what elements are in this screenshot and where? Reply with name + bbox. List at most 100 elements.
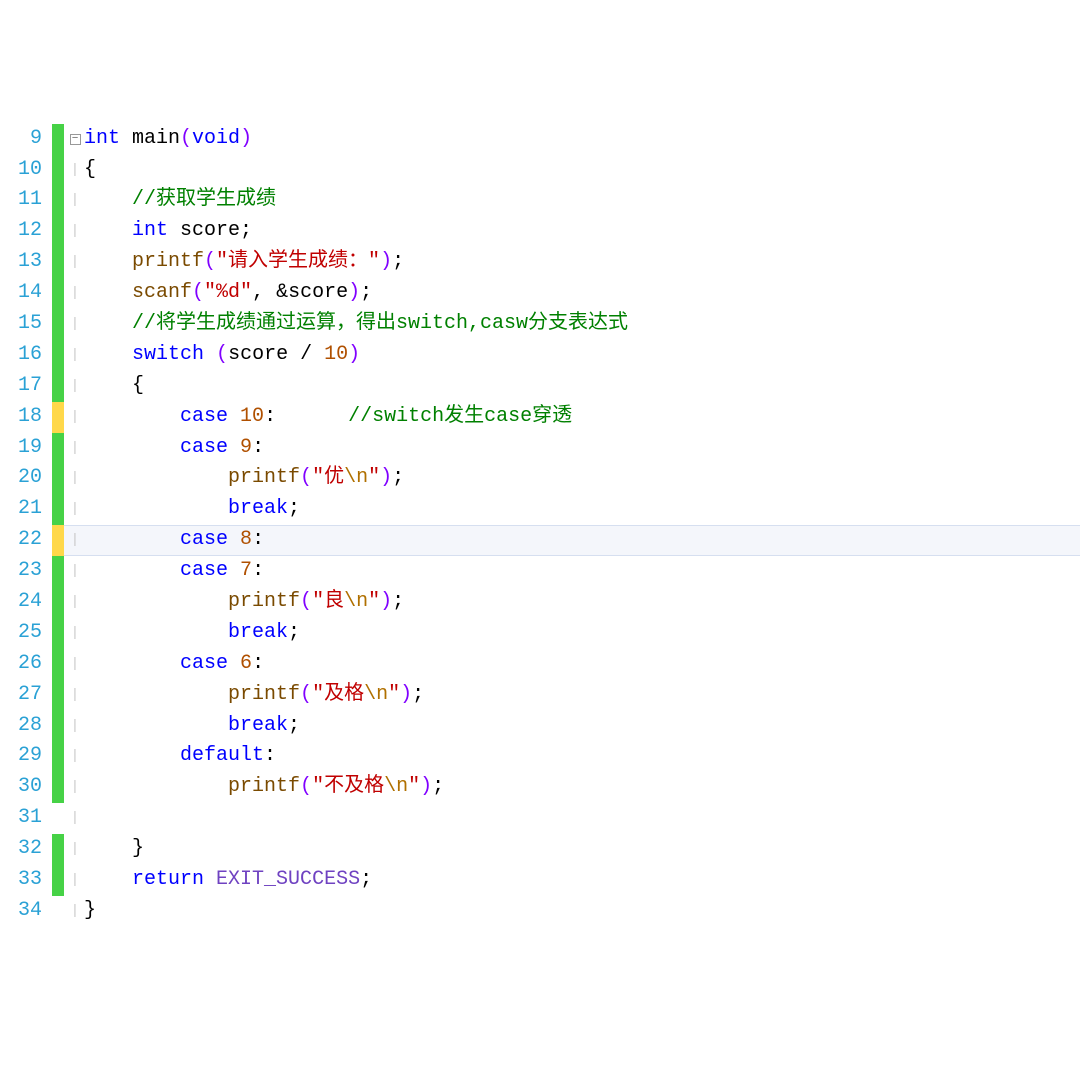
code-token: ; — [360, 281, 372, 304]
code-token: ) — [348, 281, 360, 304]
code-token: ; — [360, 868, 372, 891]
code-line[interactable]: return EXIT_SUCCESS; — [84, 865, 1080, 896]
fold-cell: | — [66, 525, 84, 556]
code-editor[interactable]: 9101112131415161718192021222324252627282… — [0, 124, 1080, 927]
code-token: ) — [380, 590, 392, 613]
code-token: ) — [380, 466, 392, 489]
code-line[interactable]: case 6: — [84, 649, 1080, 680]
code-token: printf — [228, 683, 300, 706]
code-token: ( — [192, 281, 204, 304]
code-token — [84, 528, 180, 551]
change-marker — [52, 155, 64, 186]
line-number: 34 — [0, 896, 42, 927]
code-token: ; — [288, 621, 300, 644]
code-line[interactable]: case 8: — [84, 525, 1080, 556]
code-line[interactable]: //将学生成绩通过运算，得出switch,casw分支表达式 — [84, 309, 1080, 340]
code-token: ; — [412, 683, 424, 706]
code-line[interactable] — [84, 803, 1080, 834]
code-line[interactable]: printf("及格\n"); — [84, 680, 1080, 711]
code-line[interactable]: printf("不及格\n"); — [84, 772, 1080, 803]
code-line[interactable]: printf("优\n"); — [84, 463, 1080, 494]
fold-toggle-icon[interactable]: − — [70, 134, 81, 145]
code-line[interactable]: switch (score / 10) — [84, 340, 1080, 371]
line-number: 17 — [0, 371, 42, 402]
line-number: 31 — [0, 803, 42, 834]
code-token: 8 — [240, 528, 252, 551]
code-line[interactable]: break; — [84, 618, 1080, 649]
code-token — [228, 559, 240, 582]
change-marker — [52, 185, 64, 216]
code-line[interactable]: case 9: — [84, 433, 1080, 464]
code-token: score — [180, 219, 240, 242]
code-token — [228, 528, 240, 551]
code-token — [84, 559, 180, 582]
code-line[interactable]: int main(void) — [84, 124, 1080, 155]
code-token: ) — [348, 343, 360, 366]
change-marker — [52, 216, 64, 247]
change-marker — [52, 773, 64, 804]
fold-column[interactable]: −||||||||||||||||||||||||| — [66, 124, 84, 927]
code-line[interactable]: } — [84, 834, 1080, 865]
code-token: switch — [132, 343, 204, 366]
code-line[interactable]: { — [84, 371, 1080, 402]
code-token: //switch发生case穿透 — [348, 405, 572, 428]
code-token: ( — [204, 250, 216, 273]
fold-cell: | — [66, 680, 84, 711]
code-line[interactable]: { — [84, 155, 1080, 186]
code-token: break — [228, 714, 288, 737]
line-number: 25 — [0, 618, 42, 649]
code-token — [204, 868, 216, 891]
code-line[interactable]: int score; — [84, 216, 1080, 247]
code-line[interactable]: default: — [84, 741, 1080, 772]
line-number: 20 — [0, 463, 42, 494]
code-token: case — [180, 528, 228, 551]
code-token: ; — [392, 250, 404, 273]
code-token: ; — [240, 219, 252, 242]
code-area[interactable]: int main(void){ //获取学生成绩 int score; prin… — [84, 124, 1080, 927]
line-number: 24 — [0, 587, 42, 618]
code-token: { — [84, 374, 144, 397]
code-line[interactable]: //获取学生成绩 — [84, 185, 1080, 216]
code-token: } — [84, 837, 144, 860]
fold-cell: | — [66, 618, 84, 649]
code-line[interactable]: case 10: //switch发生case穿透 — [84, 402, 1080, 433]
code-token: printf — [228, 590, 300, 613]
fold-cell: | — [66, 772, 84, 803]
code-line[interactable]: printf("请入学生成绩："); — [84, 247, 1080, 278]
code-token: printf — [132, 250, 204, 273]
code-token: : — [252, 652, 264, 675]
code-line[interactable]: break; — [84, 711, 1080, 742]
code-token: " — [388, 683, 400, 706]
code-line[interactable]: } — [84, 896, 1080, 927]
change-marker — [52, 340, 64, 371]
code-token — [84, 714, 228, 737]
fold-cell: | — [66, 494, 84, 525]
code-token: ( — [216, 343, 228, 366]
change-marker — [52, 278, 64, 309]
line-number-gutter: 9101112131415161718192021222324252627282… — [0, 124, 52, 927]
line-number: 11 — [0, 185, 42, 216]
code-line[interactable]: printf("良\n"); — [84, 587, 1080, 618]
line-number: 21 — [0, 494, 42, 525]
code-token — [312, 343, 324, 366]
code-token: 10 — [324, 343, 348, 366]
change-markers — [52, 124, 66, 927]
line-number: 30 — [0, 772, 42, 803]
code-token: " — [368, 590, 380, 613]
line-number: 18 — [0, 402, 42, 433]
fold-cell: | — [66, 402, 84, 433]
code-token — [84, 281, 132, 304]
code-token: break — [228, 497, 288, 520]
fold-cell: | — [66, 803, 84, 834]
code-line[interactable]: scanf("%d", &score); — [84, 278, 1080, 309]
line-number: 12 — [0, 216, 42, 247]
change-marker — [52, 711, 64, 742]
code-line[interactable]: case 7: — [84, 556, 1080, 587]
code-token: "优 — [312, 466, 344, 489]
code-token: 6 — [240, 652, 252, 675]
code-token — [84, 188, 132, 211]
code-token: , & — [252, 281, 288, 304]
code-line[interactable]: break; — [84, 494, 1080, 525]
code-token: score — [228, 343, 300, 366]
change-marker — [52, 402, 64, 433]
